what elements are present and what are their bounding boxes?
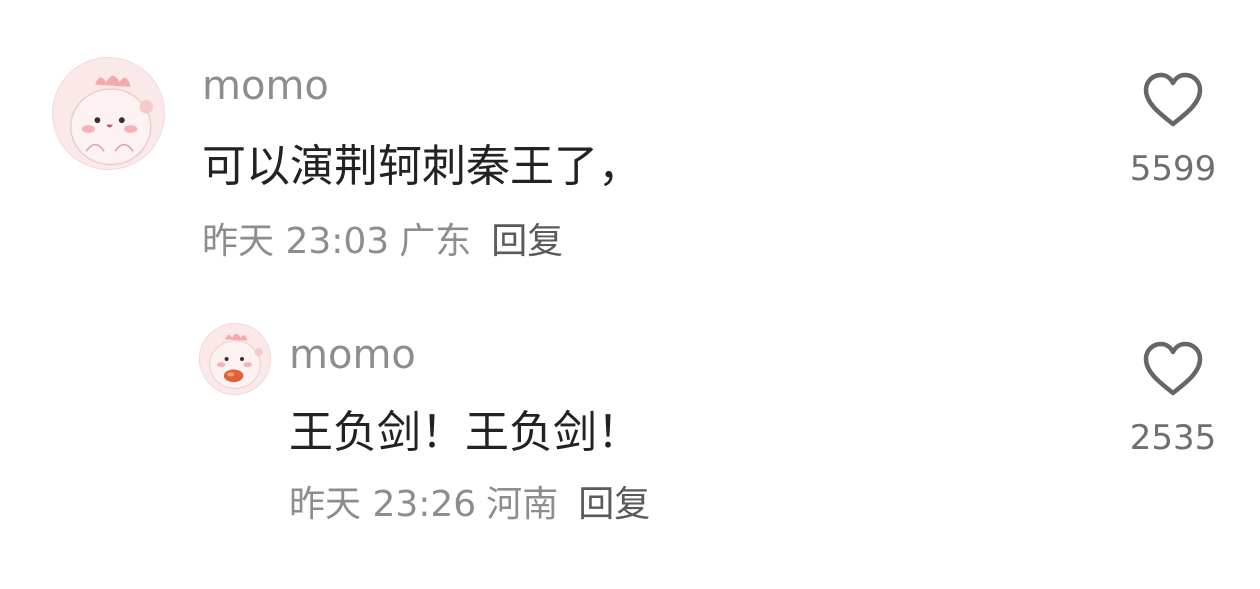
user-avatar[interactable] <box>199 323 271 395</box>
like-button[interactable]: 5599 <box>1118 72 1228 186</box>
comment-meta: 昨天 23:03 广东 回复 <box>202 224 563 260</box>
comment-username[interactable]: momo <box>202 66 329 106</box>
like-count: 2535 <box>1129 418 1217 458</box>
comment-location: 河南 <box>486 484 559 525</box>
like-count: 5599 <box>1129 149 1217 189</box>
comment-text: 王负剑！王负剑！ <box>289 407 641 458</box>
reply-button[interactable]: 回复 <box>578 487 650 523</box>
user-avatar[interactable] <box>52 57 165 170</box>
comment-time: 昨天 23:03 <box>202 221 390 262</box>
reply-button[interactable]: 回复 <box>491 224 563 260</box>
comment-username[interactable]: momo <box>289 335 416 375</box>
pink-cartoon-avatar-icon <box>53 58 164 169</box>
pink-cartoon-eating-avatar-icon <box>200 324 270 394</box>
like-button[interactable]: 2535 <box>1118 341 1228 455</box>
heart-icon <box>1143 72 1203 127</box>
heart-icon <box>1143 341 1203 396</box>
comment-meta: 昨天 23:26 河南 回复 <box>289 487 650 523</box>
comment-location: 广东 <box>399 221 472 262</box>
comment-text: 可以演荆轲刺秦王了， <box>202 141 642 192</box>
comment-time: 昨天 23:26 <box>289 484 477 525</box>
